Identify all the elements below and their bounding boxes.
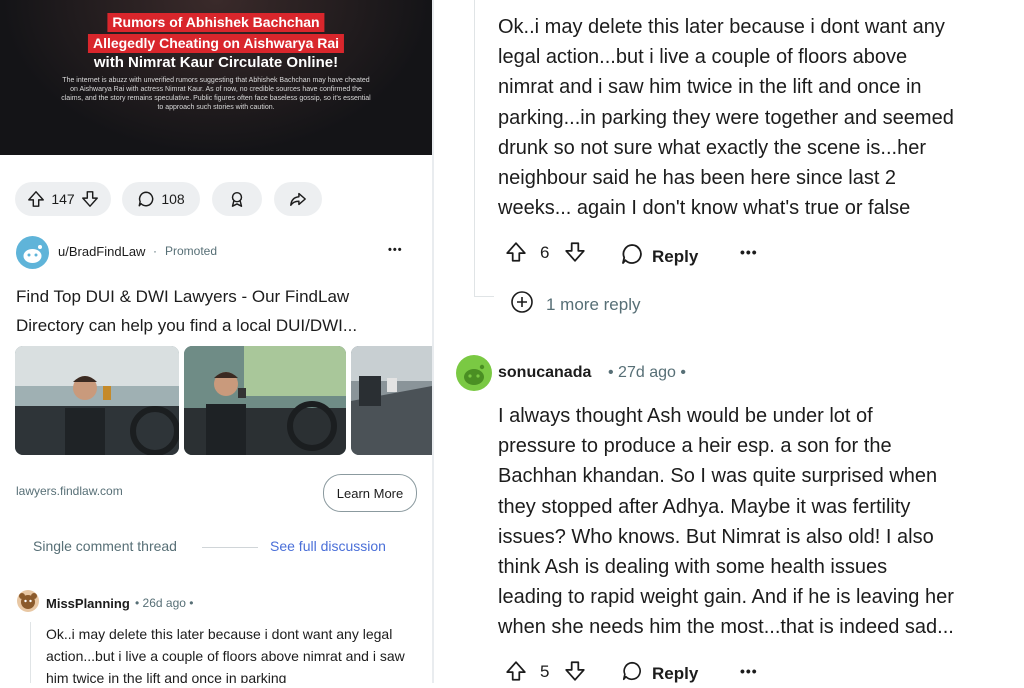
comment-2-line: when she needs him the most...that is in… — [498, 616, 954, 639]
comment-1-reply-button[interactable]: Reply — [620, 242, 698, 271]
promoted-label: Promoted — [165, 244, 218, 258]
comment-1-downvote[interactable] — [564, 240, 586, 269]
ad-image-2[interactable] — [184, 346, 346, 455]
sonucanada-avatar[interactable] — [456, 355, 492, 391]
comment-2-line: pressure to produce a heir esp. a son fo… — [498, 435, 892, 458]
thread-line — [30, 622, 31, 683]
comment-1-vote-bar — [505, 240, 527, 269]
comment-2-line: think Ash is dealing with some health is… — [498, 556, 888, 579]
ad-separator: · — [153, 244, 157, 258]
comment-2-line: they stopped after Adhya. Maybe it was f… — [498, 495, 911, 518]
comment-2-body: I always thought Ash would be under lot … — [498, 401, 1018, 643]
comment-2-line: issues? Who knows. But Nimrat is also ol… — [498, 525, 934, 548]
comment-1-menu-button[interactable]: ••• — [740, 244, 758, 260]
comment-preview-text: Ok..i may delete this later because i do… — [46, 626, 405, 683]
thread-branch — [474, 296, 494, 297]
upvote-icon[interactable] — [505, 240, 527, 269]
comment-2-line: Bachhan khandan. So I was quite surprise… — [498, 465, 938, 488]
reply-label[interactable]: Reply — [652, 247, 698, 267]
upvote-icon[interactable] — [505, 659, 527, 688]
reply-label[interactable]: Reply — [652, 664, 698, 684]
reply-icon — [620, 242, 644, 271]
ad-image-1[interactable] — [15, 346, 179, 455]
vote-count: 147 — [51, 191, 75, 207]
comment-2-line: I always thought Ash would be under lot … — [498, 405, 873, 427]
post-image[interactable]: Rumors of Abhishek Bachchan Allegedly Ch… — [0, 0, 432, 155]
comment-2-menu-button[interactable]: ••• — [740, 663, 758, 679]
plus-circle-icon — [510, 290, 534, 319]
share-button[interactable] — [274, 182, 322, 216]
comments-button[interactable]: 108 — [122, 182, 200, 216]
comment-1-body: Ok..i may delete this later because i do… — [498, 12, 1018, 223]
ad-menu-button[interactable]: ••• — [388, 244, 403, 256]
comment-2-downvote[interactable] — [564, 659, 586, 688]
learn-more-button[interactable]: Learn More — [323, 474, 417, 512]
comment-1-line: legal action...but i live a couple of fl… — [498, 46, 908, 69]
comment-count: 108 — [161, 191, 185, 207]
thread-line-right — [474, 0, 475, 296]
left-panel: Rumors of Abhishek Bachchan Allegedly Ch… — [0, 0, 432, 683]
comment-icon — [137, 190, 155, 208]
upvote-icon[interactable] — [27, 190, 45, 208]
more-replies-button[interactable]: 1 more reply — [510, 290, 640, 319]
panel-divider — [432, 0, 434, 683]
ad-title[interactable]: Find Top DUI & DWI Lawyers - Our FindLaw… — [16, 282, 416, 340]
comment-1-line: parking...in parking they were together … — [498, 106, 954, 129]
single-comment-thread-label: Single comment thread — [33, 538, 177, 554]
comment-2-vote-count: 5 — [540, 662, 550, 681]
missplanning-avatar[interactable] — [17, 590, 39, 612]
comment-2-author[interactable]: sonucanada — [498, 364, 591, 382]
downvote-icon[interactable] — [564, 240, 586, 269]
award-button[interactable] — [212, 182, 262, 216]
headline-line-2: Allegedly Cheating on Aishwarya Rai — [87, 34, 345, 53]
ad-domain[interactable]: lawyers.findlaw.com — [16, 484, 123, 498]
headline-line-1: Rumors of Abhishek Bachchan — [107, 13, 325, 32]
comment-author[interactable]: MissPlanning — [46, 596, 130, 611]
comment-1-line: nimrat and i saw him twice in the lift a… — [498, 76, 922, 99]
downvote-icon[interactable] — [81, 190, 99, 208]
comment-time: • 26d ago • — [135, 596, 194, 610]
share-icon — [289, 190, 307, 208]
ad-avatar[interactable] — [16, 236, 49, 269]
comment-1-vote-count: 6 — [540, 243, 550, 262]
ad-image-3[interactable] — [351, 346, 432, 455]
comment-1-line: drunk so not sure what exactly the scene… — [498, 136, 926, 159]
ad-username[interactable]: u/BradFindLaw — [58, 244, 145, 259]
award-icon — [228, 190, 246, 208]
comment-1-line: weeks... again I don't know what's true … — [498, 197, 911, 220]
comment-2-time: • 27d ago • — [608, 364, 686, 381]
comment-1-line: neighbour said he has been here since la… — [498, 167, 897, 190]
downvote-icon[interactable] — [564, 659, 586, 688]
post-image-body-text: The internet is abuzz with unverified ru… — [61, 77, 371, 111]
comment-2-line: leading to rapid weight gain. And if he … — [498, 586, 954, 609]
see-full-discussion-link[interactable]: See full discussion — [270, 538, 386, 554]
comment-2-upvote[interactable] — [505, 659, 527, 688]
thread-divider — [202, 547, 258, 548]
more-replies-label[interactable]: 1 more reply — [546, 295, 640, 315]
vote-bar: 147 — [15, 182, 111, 216]
headline-line-3: with Nimrat Kaur Circulate Online! — [93, 54, 339, 71]
comment-1-line: Ok..i may delete this later because i do… — [498, 16, 945, 38]
